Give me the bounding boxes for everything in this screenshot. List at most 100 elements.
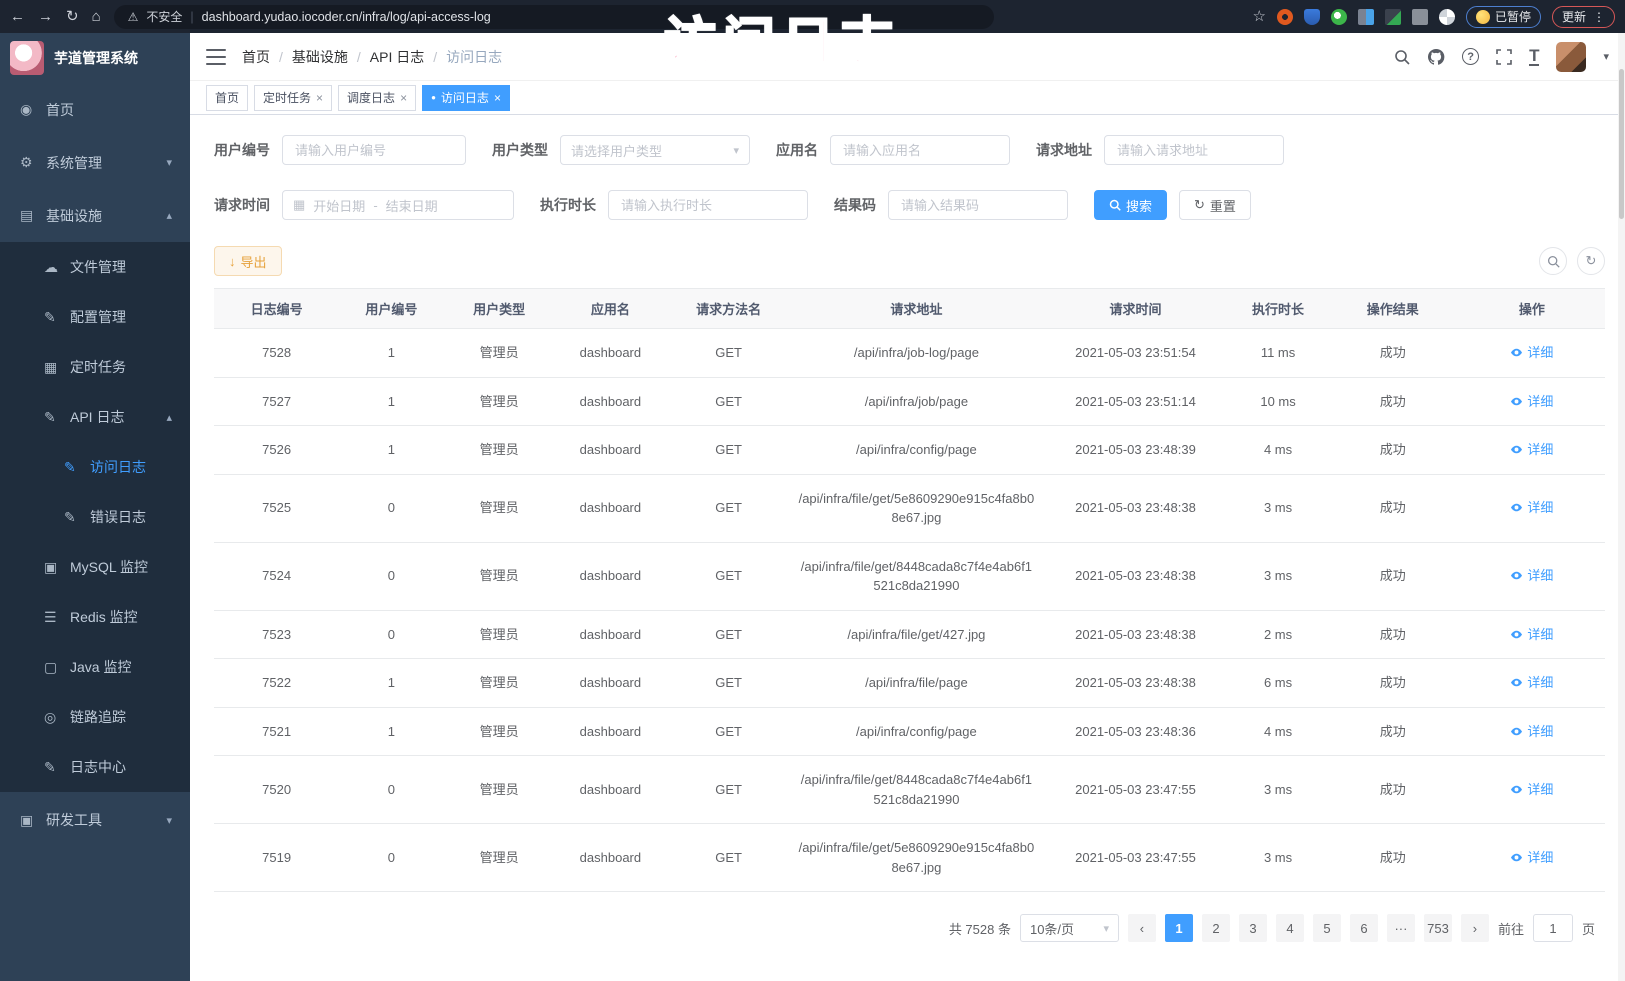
- browser-back-icon[interactable]: ←: [10, 9, 25, 24]
- result-code-input[interactable]: [888, 190, 1068, 220]
- profile-paused-badge[interactable]: 已暂停: [1466, 6, 1541, 28]
- search-button[interactable]: 搜索: [1094, 190, 1167, 220]
- start-date-placeholder[interactable]: 开始日期: [313, 196, 365, 215]
- extension-icon-orange[interactable]: [1277, 9, 1293, 25]
- bookmark-star-icon[interactable]: ☆: [1253, 9, 1266, 24]
- sidebar-item-infrastructure[interactable]: ▤ 基础设施 ▴: [0, 189, 190, 242]
- page-button-6[interactable]: 6: [1350, 914, 1378, 942]
- page-button-2[interactable]: 2: [1202, 914, 1230, 942]
- page-button-753[interactable]: 753: [1424, 914, 1452, 942]
- detail-link[interactable]: 详细: [1510, 498, 1553, 518]
- app-logo-row[interactable]: 芋道管理系统: [0, 33, 190, 83]
- url-text[interactable]: dashboard.yudao.iocoder.cn/infra/log/api…: [202, 10, 491, 24]
- extension-icon-green-circle[interactable]: [1331, 9, 1347, 25]
- sidebar-item-java-monitor[interactable]: ▢ Java 监控: [0, 642, 190, 692]
- detail-link[interactable]: 详细: [1510, 343, 1553, 363]
- sidebar-item-redis-monitor[interactable]: ☰ Redis 监控: [0, 592, 190, 642]
- security-label[interactable]: 不安全: [146, 8, 182, 25]
- sidebar-item-home[interactable]: ◉ 首页: [0, 83, 190, 136]
- browser-home-icon[interactable]: ⌂: [92, 9, 101, 24]
- detail-link[interactable]: 详细: [1510, 440, 1553, 460]
- detail-link[interactable]: 详细: [1510, 392, 1553, 412]
- user-avatar[interactable]: [1556, 42, 1586, 72]
- table-row: 75211管理员dashboardGET/api/infra/config/pa…: [214, 707, 1605, 756]
- app-name-input[interactable]: [830, 135, 1010, 165]
- sidebar-item-access-log[interactable]: ✎ 访问日志: [0, 442, 190, 492]
- refresh-table-button[interactable]: ↻: [1577, 247, 1605, 275]
- extension-icon-translate[interactable]: [1385, 9, 1401, 25]
- table-row: 75190管理员dashboardGET/api/infra/file/get/…: [214, 824, 1605, 892]
- browser-reload-icon[interactable]: ↻: [66, 9, 79, 24]
- reset-button[interactable]: ↻ 重置: [1179, 190, 1251, 220]
- sidebar-item-api-log[interactable]: ✎ API 日志 ▴: [0, 392, 190, 442]
- cell-user-id: 1: [339, 426, 443, 475]
- help-icon[interactable]: ?: [1462, 48, 1479, 65]
- close-icon[interactable]: ×: [494, 91, 501, 105]
- detail-link[interactable]: 详细: [1510, 780, 1553, 800]
- sidebar-item-file-management[interactable]: ☁ 文件管理: [0, 242, 190, 292]
- sidebar-item-error-log[interactable]: ✎ 错误日志: [0, 492, 190, 542]
- end-date-placeholder[interactable]: 结束日期: [386, 196, 438, 215]
- sidebar-item-trace[interactable]: ◎ 链路追踪: [0, 692, 190, 742]
- page-button-3[interactable]: 3: [1239, 914, 1267, 942]
- github-icon[interactable]: [1427, 48, 1445, 66]
- kebab-menu-icon[interactable]: ⋮: [1593, 10, 1605, 24]
- tab-scheduled-jobs[interactable]: 定时任务 ×: [254, 85, 332, 111]
- extension-icon-gray[interactable]: [1412, 9, 1428, 25]
- page-ellipsis-button[interactable]: ···: [1387, 914, 1415, 942]
- active-dot-icon: ●: [431, 94, 436, 102]
- next-page-button[interactable]: ›: [1461, 914, 1489, 942]
- tab-home[interactable]: 首页: [206, 85, 248, 111]
- scrollbar-thumb[interactable]: [1619, 69, 1624, 219]
- user-id-input[interactable]: [282, 135, 466, 165]
- extension-icon-pinwheel[interactable]: [1439, 9, 1455, 25]
- detail-link[interactable]: 详细: [1510, 566, 1553, 586]
- detail-link[interactable]: 详细: [1510, 722, 1553, 742]
- sidebar-item-log-center[interactable]: ✎ 日志中心: [0, 742, 190, 792]
- detail-link[interactable]: 详细: [1510, 625, 1553, 645]
- tab-access-log[interactable]: ● 访问日志 ×: [422, 85, 510, 111]
- tab-schedule-log[interactable]: 调度日志 ×: [338, 85, 416, 111]
- extension-icon-grid[interactable]: [1358, 9, 1374, 25]
- close-icon[interactable]: ×: [316, 91, 323, 105]
- page-button-1[interactable]: 1: [1165, 914, 1193, 942]
- cell-actions: 详细: [1459, 610, 1605, 659]
- fullscreen-icon[interactable]: [1496, 49, 1512, 65]
- user-type-select[interactable]: 请选择用户类型 ▾: [560, 135, 750, 165]
- sidebar-item-scheduled-jobs[interactable]: ▦ 定时任务: [0, 342, 190, 392]
- request-time-range-picker[interactable]: ▦ 开始日期 - 结束日期: [282, 190, 514, 220]
- detail-link[interactable]: 详细: [1510, 673, 1553, 693]
- toggle-search-button[interactable]: [1539, 247, 1567, 275]
- address-bar[interactable]: ⚠ 不安全 | dashboard.yudao.iocoder.cn/infra…: [114, 5, 994, 29]
- sidebar-item-mysql-monitor[interactable]: ▣ MySQL 监控: [0, 542, 190, 592]
- duration-input[interactable]: [608, 190, 808, 220]
- sidebar-item-system-management[interactable]: ⚙ 系统管理 ▾: [0, 136, 190, 189]
- goto-page-input[interactable]: [1533, 914, 1573, 942]
- breadcrumb-item[interactable]: API 日志: [370, 47, 424, 67]
- sidebar-item-dev-tools[interactable]: ▣ 研发工具 ▾: [0, 792, 190, 848]
- sidebar-item-config-management[interactable]: ✎ 配置管理: [0, 292, 190, 342]
- breadcrumb-item[interactable]: 首页: [242, 47, 270, 67]
- page-button-5[interactable]: 5: [1313, 914, 1341, 942]
- page-button-4[interactable]: 4: [1276, 914, 1304, 942]
- request-url-input[interactable]: [1104, 135, 1284, 165]
- extension-icon-shield[interactable]: [1304, 9, 1320, 25]
- table-row: 75250管理员dashboardGET/api/infra/file/get/…: [214, 474, 1605, 542]
- eye-icon: [1510, 343, 1523, 363]
- scrollbar[interactable]: [1618, 33, 1625, 981]
- eye-icon: [1510, 780, 1523, 800]
- font-size-icon[interactable]: T: [1529, 47, 1539, 66]
- browser-update-button[interactable]: 更新 ⋮: [1552, 6, 1615, 28]
- avatar-caret-icon[interactable]: ▾: [1603, 50, 1609, 63]
- detail-link[interactable]: 详细: [1510, 848, 1553, 868]
- search-icon[interactable]: [1394, 49, 1410, 65]
- page-size-select[interactable]: 10条/页 ▾: [1020, 914, 1119, 942]
- sidebar-toggle-icon[interactable]: [206, 49, 226, 65]
- prev-page-button[interactable]: ‹: [1128, 914, 1156, 942]
- table-row: 75221管理员dashboardGET/api/infra/file/page…: [214, 659, 1605, 708]
- close-icon[interactable]: ×: [400, 91, 407, 105]
- export-button[interactable]: ↓ 导出: [214, 246, 282, 276]
- browser-forward-icon[interactable]: →: [38, 9, 53, 24]
- breadcrumb-item[interactable]: 基础设施: [292, 47, 348, 67]
- cell-method: GET: [666, 329, 791, 378]
